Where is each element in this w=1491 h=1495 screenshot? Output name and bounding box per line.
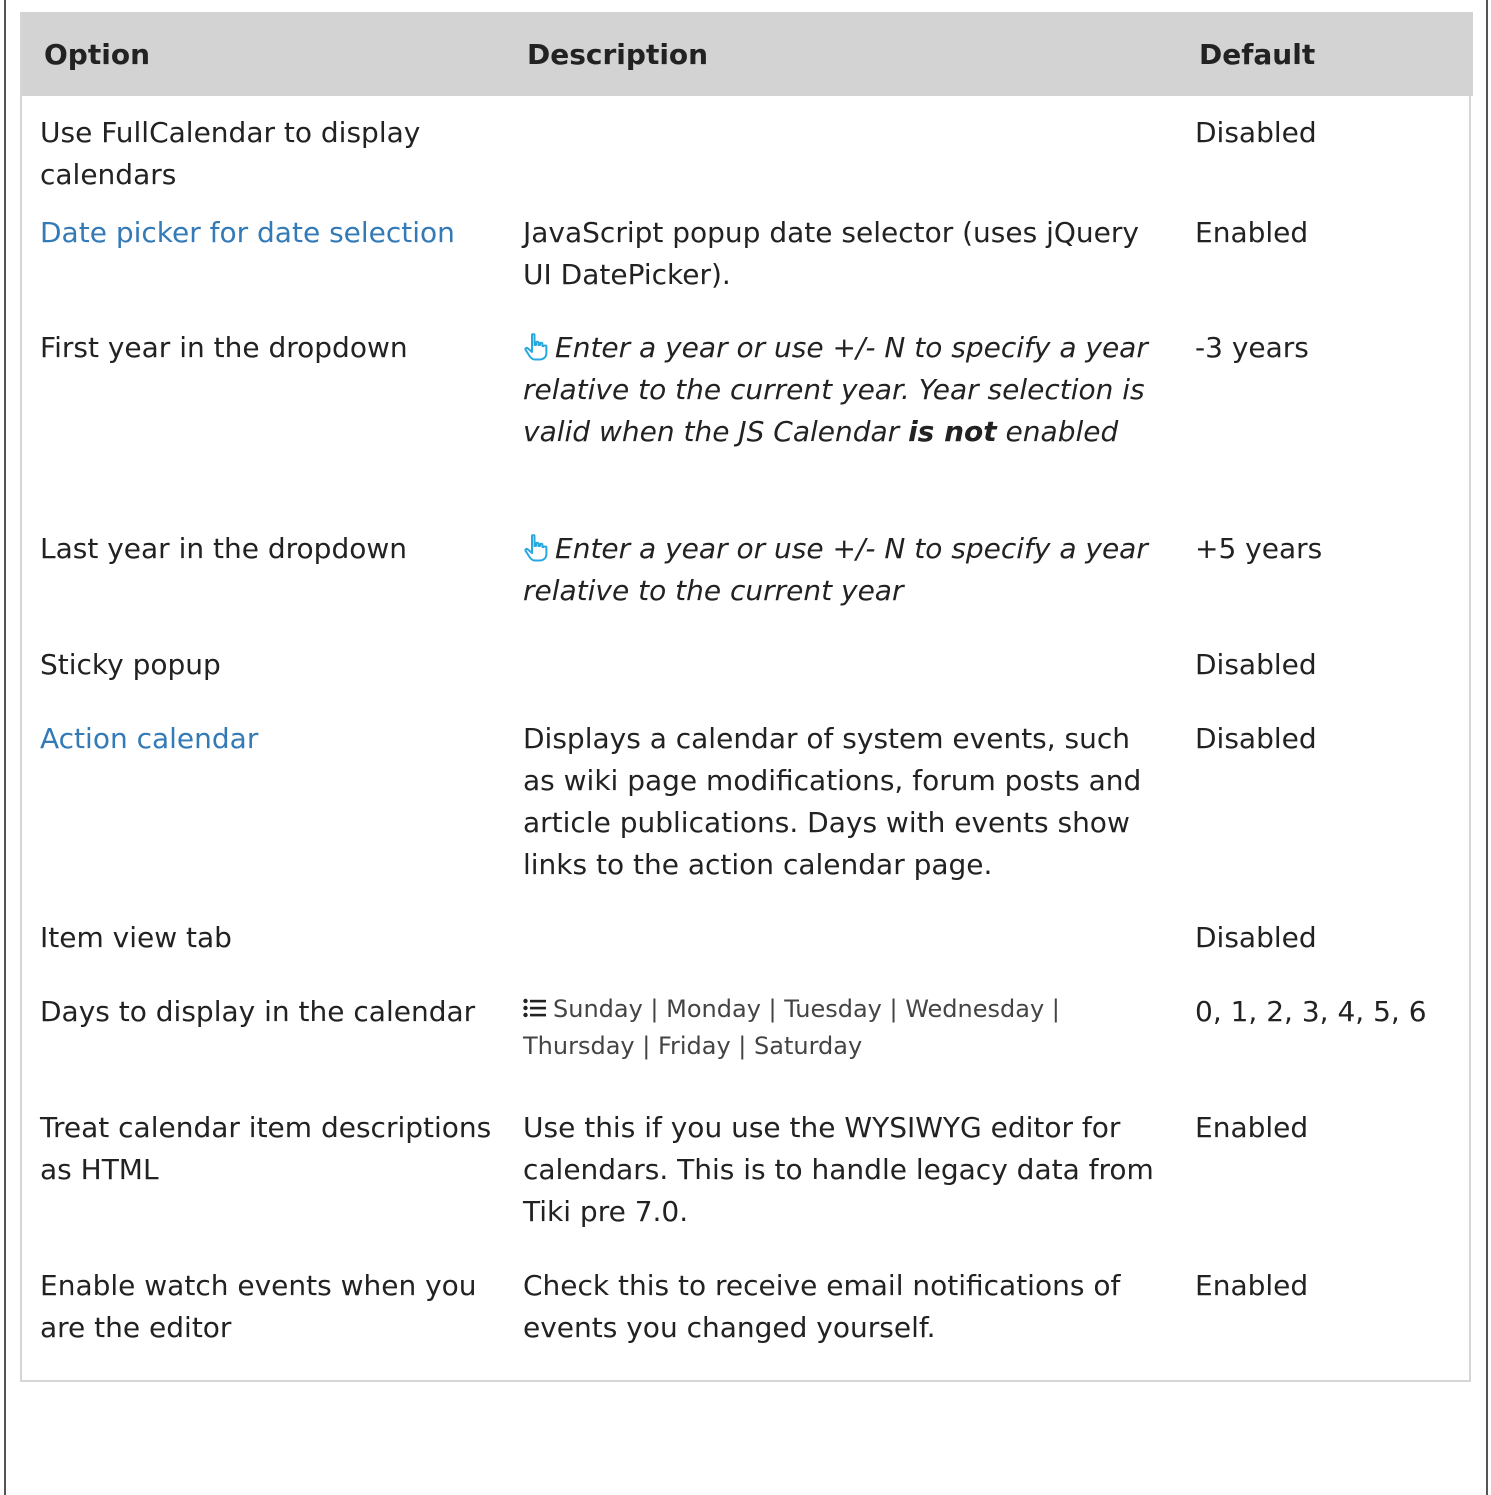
table-row: Enable watch events when you are the edi… — [22, 1265, 1473, 1380]
page-frame: Option Description Default Use FullCalen… — [0, 0, 1491, 1495]
default-cell: Enabled — [1195, 216, 1309, 249]
table-row: Sticky popup Disabled — [22, 644, 1473, 718]
option-cell: Sticky popup — [40, 648, 221, 681]
column-header-option: Option — [22, 12, 505, 96]
option-link-date-picker[interactable]: Date picker for date selection — [40, 216, 455, 249]
table-row: Treat calendar item descriptions as HTML… — [22, 1107, 1473, 1265]
table-row: Use FullCalendar to display calendars Di… — [22, 96, 1473, 212]
option-cell: Date picker for date selection — [22, 212, 505, 327]
default-cell: Enabled — [1195, 1269, 1309, 1302]
description-text: Enter a year or use +/- N to specify a y… — [523, 532, 1148, 607]
default-cell: Disabled — [1195, 648, 1317, 681]
description-text-end: enabled — [996, 415, 1119, 448]
right-border — [1486, 0, 1488, 1495]
default-cell: Disabled — [1195, 921, 1317, 954]
description-emphasis: is not — [908, 415, 997, 448]
description-cell: JavaScript popup date selector (uses jQu… — [523, 216, 1139, 291]
option-cell: Item view tab — [40, 921, 232, 954]
option-cell: Last year in the dropdown — [40, 532, 407, 565]
table-row: Action calendar Displays a calendar of s… — [22, 718, 1473, 917]
option-cell: Days to display in the calendar — [40, 995, 476, 1028]
column-header-description: Description — [505, 12, 1177, 96]
description-cell — [505, 917, 1177, 991]
preferences-table: Option Description Default Use FullCalen… — [22, 12, 1473, 1380]
default-cell: +5 years — [1195, 532, 1323, 565]
table-row: Item view tab Disabled — [22, 917, 1473, 991]
description-cell: Check this to receive email notification… — [523, 1269, 1121, 1344]
option-cell: Use FullCalendar to display calendars — [40, 116, 421, 191]
description-cell: Use this if you use the WYSIWYG editor f… — [523, 1111, 1154, 1228]
option-cell: Enable watch events when you are the edi… — [40, 1269, 477, 1344]
default-cell: Enabled — [1195, 1111, 1309, 1144]
preferences-table-container: Option Description Default Use FullCalen… — [20, 12, 1473, 1382]
column-header-default: Default — [1177, 12, 1473, 96]
option-cell: Action calendar — [22, 718, 505, 917]
description-cell — [505, 644, 1177, 718]
left-border — [4, 0, 6, 1495]
description-cell — [505, 96, 1177, 212]
hand-pointer-icon — [523, 532, 549, 562]
description-cell: Enter a year or use +/- N to specify a y… — [505, 528, 1177, 644]
option-cell: Treat calendar item descriptions as HTML — [40, 1111, 492, 1186]
description-cell: Enter a year or use +/- N to specify a y… — [505, 327, 1177, 528]
table-row: First year in the dropdown Enter a year … — [22, 327, 1473, 528]
description-cell: Sunday | Monday | Tuesday | Wednesday | … — [505, 991, 1177, 1107]
table-row: Date picker for date selection JavaScrip… — [22, 212, 1473, 327]
option-link-action-calendar[interactable]: Action calendar — [40, 722, 258, 755]
default-cell: -3 years — [1195, 331, 1309, 364]
default-cell: Disabled — [1195, 722, 1317, 755]
default-cell: Disabled — [1195, 116, 1317, 149]
table-row: Days to display in the calendar Sunday |… — [22, 991, 1473, 1107]
description-text: Sunday | Monday | Tuesday | Wednesday | … — [523, 995, 1060, 1060]
description-cell: Displays a calendar of system events, su… — [523, 722, 1142, 881]
default-cell: 0, 1, 2, 3, 4, 5, 6 — [1195, 995, 1427, 1028]
table-row: Last year in the dropdown Enter a year o… — [22, 528, 1473, 644]
hand-pointer-icon — [523, 331, 549, 361]
option-cell: First year in the dropdown — [40, 331, 408, 364]
list-icon — [523, 992, 547, 1018]
table-header-row: Option Description Default — [22, 12, 1473, 96]
